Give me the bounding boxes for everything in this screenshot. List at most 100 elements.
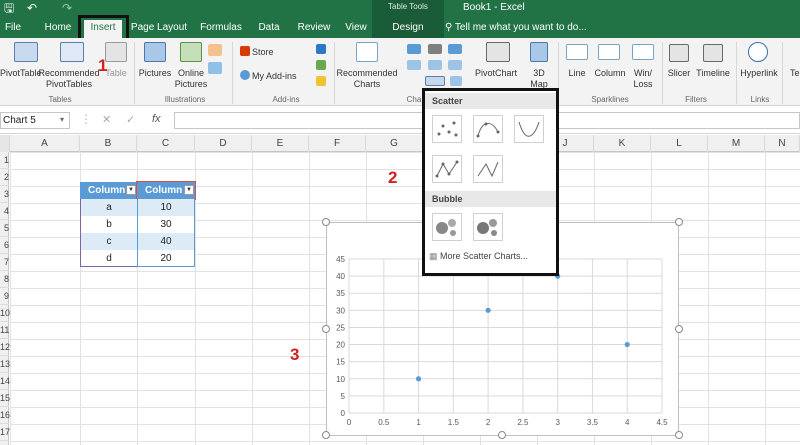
visio-icon[interactable]: [316, 76, 326, 86]
bing-maps-icon[interactable]: [316, 44, 326, 54]
cancel-icon[interactable]: ✕: [102, 113, 111, 126]
column-header[interactable]: A: [10, 135, 80, 152]
waterfall-chart-icon[interactable]: [448, 60, 462, 70]
timeline-button[interactable]: Timeline: [694, 68, 732, 79]
recommended-charts-button[interactable]: Recommended Charts: [336, 68, 398, 90]
3d-bubble-icon[interactable]: [473, 213, 503, 241]
table-header-cell[interactable]: Column ▼: [80, 182, 137, 199]
resize-handle[interactable]: [322, 325, 330, 333]
smartart-icon[interactable]: [208, 62, 222, 74]
line-chart-icon[interactable]: [428, 44, 442, 54]
column-header[interactable]: E: [252, 135, 309, 152]
hyperlink-button[interactable]: Hyperlink: [738, 68, 780, 79]
table-cell[interactable]: a: [80, 199, 137, 216]
filter-dropdown-icon[interactable]: ▼: [126, 185, 136, 195]
store-button[interactable]: Store: [252, 47, 274, 58]
row-header[interactable]: 13: [0, 356, 10, 373]
row-header[interactable]: 14: [0, 373, 10, 390]
table-cell[interactable]: 10: [137, 199, 195, 216]
column-header[interactable]: K: [594, 135, 651, 152]
resize-handle[interactable]: [675, 431, 683, 439]
pivotchart-button[interactable]: PivotChart: [470, 68, 522, 79]
my-addins-button[interactable]: My Add-ins: [252, 71, 297, 82]
column-header[interactable]: C: [137, 135, 195, 152]
table-cell[interactable]: c: [80, 233, 137, 250]
row-header[interactable]: 11: [0, 322, 9, 339]
sparkline-column-button[interactable]: Column: [592, 68, 628, 79]
scatter-smooth-lines-icon[interactable]: [514, 115, 544, 143]
tab-view[interactable]: View: [342, 18, 370, 38]
column-header[interactable]: B: [80, 135, 137, 152]
more-scatter-charts[interactable]: ▦ More Scatter Charts...: [429, 251, 528, 262]
pivottable-button[interactable]: PivotTable: [0, 68, 42, 79]
table-cell[interactable]: d: [80, 250, 137, 267]
tab-file[interactable]: File: [2, 18, 24, 38]
row-header[interactable]: 16: [0, 407, 10, 424]
enter-icon[interactable]: ✓: [126, 113, 135, 126]
insert-function-icon[interactable]: fx: [152, 113, 161, 125]
scatter-chart-icon[interactable]: [425, 76, 445, 86]
row-header[interactable]: 8: [0, 271, 9, 288]
tab-data[interactable]: Data: [254, 18, 284, 38]
text-button[interactable]: Te: [790, 68, 800, 79]
table-cell[interactable]: b: [80, 216, 137, 233]
bubble-icon[interactable]: [432, 213, 462, 241]
row-header[interactable]: 17: [0, 424, 10, 441]
column-header[interactable]: G: [366, 135, 423, 152]
scatter-markers-only-icon[interactable]: [432, 115, 462, 143]
redo-icon[interactable]: ↷: [62, 1, 72, 15]
scatter-straight-lines-icon[interactable]: [473, 155, 503, 183]
sparkline-line-button[interactable]: Line: [562, 68, 592, 79]
select-all-corner[interactable]: [0, 135, 10, 152]
resize-handle[interactable]: [322, 431, 330, 439]
tab-page-layout[interactable]: Page Layout: [130, 18, 188, 38]
row-header[interactable]: 3: [0, 186, 9, 203]
hierarchy-chart-icon[interactable]: [428, 60, 442, 70]
online-pictures-button[interactable]: Online Pictures: [174, 68, 208, 90]
row-header[interactable]: 4: [0, 203, 9, 220]
3d-map-button[interactable]: 3D Map: [524, 68, 554, 90]
recommended-pivottables-button[interactable]: Recommended PivotTables: [38, 68, 100, 90]
resize-handle[interactable]: [675, 325, 683, 333]
row-header[interactable]: 5: [0, 220, 9, 237]
filter-dropdown-icon[interactable]: ▼: [184, 185, 194, 195]
save-icon[interactable]: 🖫: [4, 1, 14, 15]
people-graph-icon[interactable]: [316, 60, 326, 70]
column-header[interactable]: D: [195, 135, 252, 152]
column-header[interactable]: M: [708, 135, 765, 152]
column-header[interactable]: F: [309, 135, 366, 152]
table-cell[interactable]: 20: [137, 250, 195, 267]
row-header[interactable]: 12: [0, 339, 10, 356]
sparkline-winloss-button[interactable]: Win/ Loss: [629, 68, 657, 90]
slicer-button[interactable]: Slicer: [664, 68, 694, 79]
tab-design[interactable]: Design: [372, 18, 444, 38]
name-box-dropdown-icon[interactable]: ▾: [60, 115, 64, 124]
row-header[interactable]: 2: [0, 169, 9, 186]
table-cell[interactable]: 40: [137, 233, 195, 250]
table-header-cell[interactable]: Column ▼: [136, 181, 196, 200]
pie-chart-icon[interactable]: [448, 44, 462, 54]
resize-handle[interactable]: [675, 218, 683, 226]
column-chart-icon[interactable]: [407, 44, 421, 54]
row-header[interactable]: 9: [0, 288, 9, 305]
row-header[interactable]: 15: [0, 390, 10, 407]
row-header[interactable]: 10: [0, 305, 10, 322]
row-header[interactable]: 6: [0, 237, 9, 254]
resize-handle[interactable]: [322, 218, 330, 226]
scatter-straight-lines-markers-icon[interactable]: [432, 155, 462, 183]
row-header[interactable]: 7: [0, 254, 9, 271]
tell-me-box[interactable]: ⚲ Tell me what you want to do...: [445, 18, 587, 38]
tab-formulas[interactable]: Formulas: [198, 18, 244, 38]
table-cell[interactable]: 30: [137, 216, 195, 233]
shapes-icon[interactable]: [208, 44, 222, 56]
bar-chart-icon[interactable]: [407, 60, 421, 70]
undo-icon[interactable]: ↶: [27, 1, 37, 15]
tab-home[interactable]: Home: [40, 18, 76, 38]
pictures-button[interactable]: Pictures: [136, 68, 174, 79]
column-header[interactable]: L: [651, 135, 708, 152]
combo-chart-icon[interactable]: [450, 76, 462, 86]
tab-review[interactable]: Review: [294, 18, 334, 38]
resize-handle[interactable]: [498, 431, 506, 439]
row-header[interactable]: 1: [0, 152, 9, 169]
column-header[interactable]: N: [765, 135, 800, 152]
